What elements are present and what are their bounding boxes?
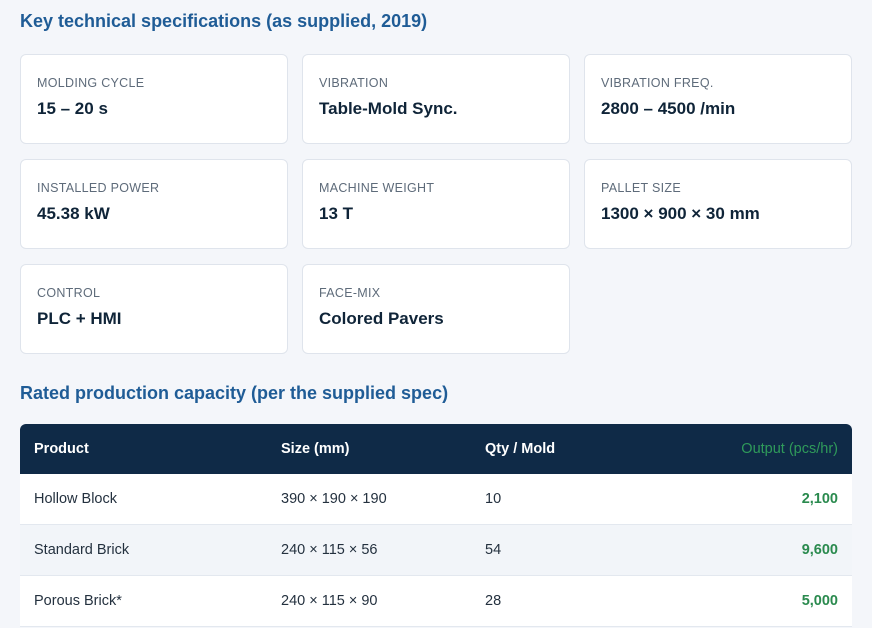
cell-qty: 28 — [485, 593, 502, 609]
table-row: Standard Brick 240 × 115 × 56 54 9,600 — [20, 525, 852, 576]
cell-qty: 10 — [485, 491, 502, 507]
spec-value: Colored Pavers — [319, 309, 444, 328]
spec-value: PLC + HMI — [37, 309, 122, 328]
spec-card-control: CONTROL PLC + HMI — [20, 264, 288, 354]
cell-product: Standard Brick — [34, 542, 130, 558]
cell-size: 390 × 190 × 190 — [281, 491, 387, 507]
column-header-product: Product — [34, 441, 89, 457]
spec-card-vibration: VIBRATION Table-Mold Sync. — [302, 54, 570, 144]
cell-qty: 54 — [485, 542, 502, 558]
spec-label: INSTALLED POWER — [37, 181, 160, 195]
spec-value: Table-Mold Sync. — [319, 99, 458, 118]
table-row: Hollow Block 390 × 190 × 190 10 2,100 — [20, 474, 852, 525]
spec-card-face-mix: FACE-MIX Colored Pavers — [302, 264, 570, 354]
capacity-table: Product Size (mm) Qty / Mold Output (pcs… — [20, 424, 852, 627]
spec-card-pallet-size: PALLET SIZE 1300 × 900 × 30 mm — [584, 159, 852, 249]
spec-label: VIBRATION — [319, 76, 389, 90]
cell-size: 240 × 115 × 56 — [281, 542, 378, 558]
cell-output: 9,600 — [801, 542, 838, 558]
spec-value: 15 – 20 s — [37, 99, 108, 118]
spec-label: MACHINE WEIGHT — [319, 181, 435, 195]
cell-product: Porous Brick* — [34, 593, 122, 609]
capacity-section-title: Rated production capacity (per the suppl… — [20, 383, 449, 403]
spec-value: 2800 – 4500 /min — [601, 99, 736, 118]
column-header-output: Output (pcs/hr) — [741, 441, 838, 457]
specs-grid: MOLDING CYCLE 15 – 20 s VIBRATION Table-… — [20, 54, 852, 354]
cell-product: Hollow Block — [34, 491, 117, 507]
cell-output: 5,000 — [801, 593, 838, 609]
spec-label: MOLDING CYCLE — [37, 76, 145, 90]
spec-card-vibration-freq: VIBRATION FREQ. 2800 – 4500 /min — [584, 54, 852, 144]
spec-label: VIBRATION FREQ. — [601, 76, 714, 90]
table-header: Product Size (mm) Qty / Mold Output (pcs… — [20, 424, 852, 474]
spec-label: FACE-MIX — [319, 286, 381, 300]
spec-label: CONTROL — [37, 286, 101, 300]
spec-label: PALLET SIZE — [601, 181, 681, 195]
page: Key technical specifications (as supplie… — [0, 0, 872, 628]
table-row: Porous Brick* 240 × 115 × 90 28 5,000 — [20, 576, 852, 627]
spec-card-molding-cycle: MOLDING CYCLE 15 – 20 s — [20, 54, 288, 144]
specs-section-title: Key technical specifications (as supplie… — [20, 11, 428, 31]
column-header-qty: Qty / Mold — [485, 441, 556, 457]
spec-card-machine-weight: MACHINE WEIGHT 13 T — [302, 159, 570, 249]
cell-size: 240 × 115 × 90 — [281, 593, 378, 609]
column-header-size: Size (mm) — [281, 441, 350, 457]
cell-output: 2,100 — [801, 491, 838, 507]
spec-value: 13 T — [319, 204, 354, 223]
spec-card-installed-power: INSTALLED POWER 45.38 kW — [20, 159, 288, 249]
spec-value: 1300 × 900 × 30 mm — [601, 204, 760, 223]
spec-value: 45.38 kW — [37, 204, 110, 223]
